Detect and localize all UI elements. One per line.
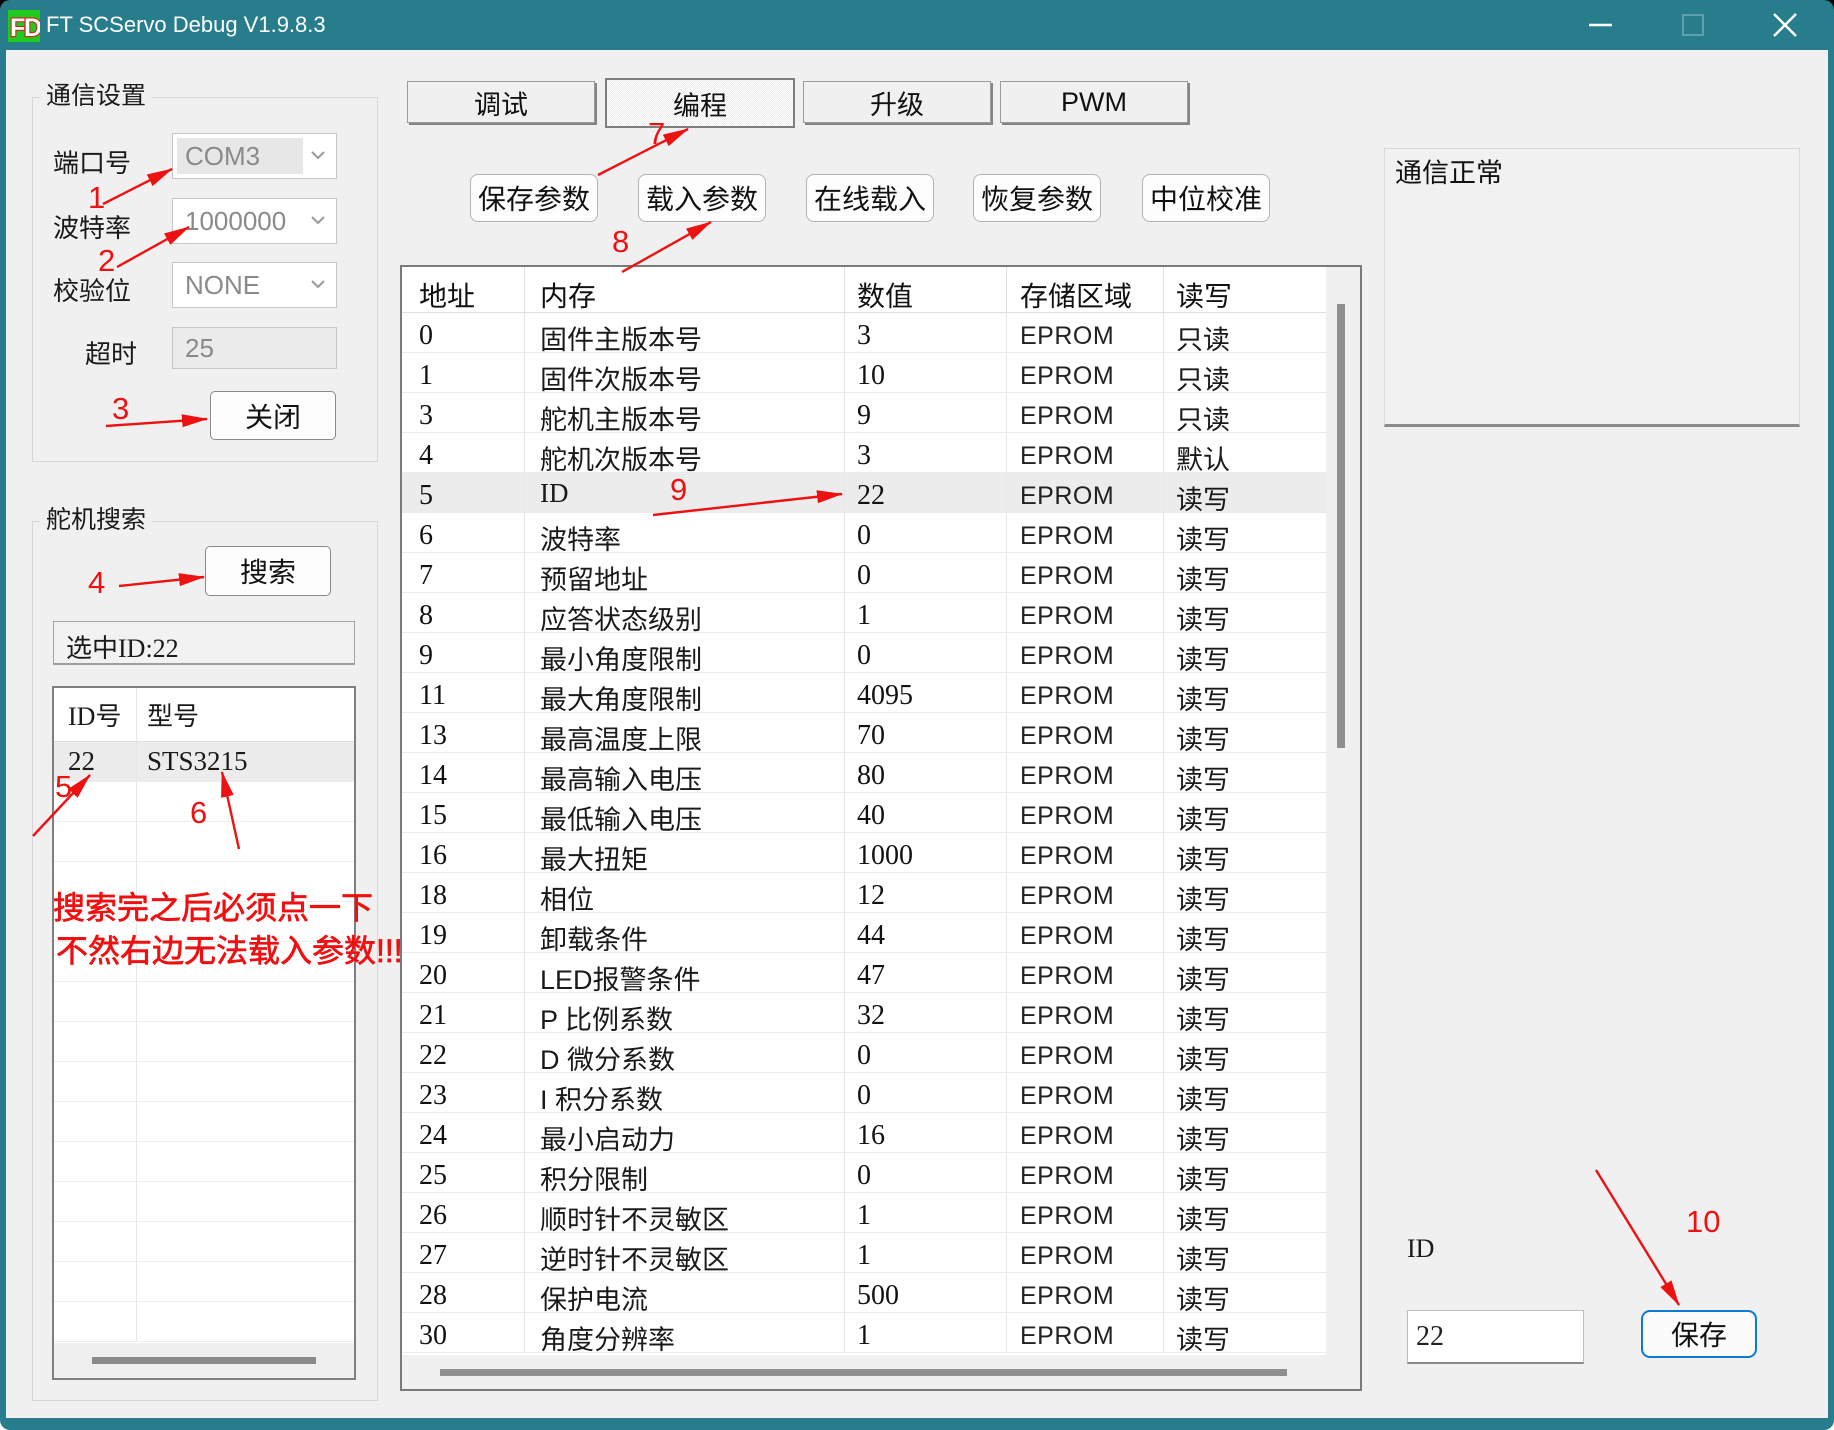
svg-text:F: F — [10, 14, 25, 42]
svg-text:D: D — [24, 14, 40, 42]
